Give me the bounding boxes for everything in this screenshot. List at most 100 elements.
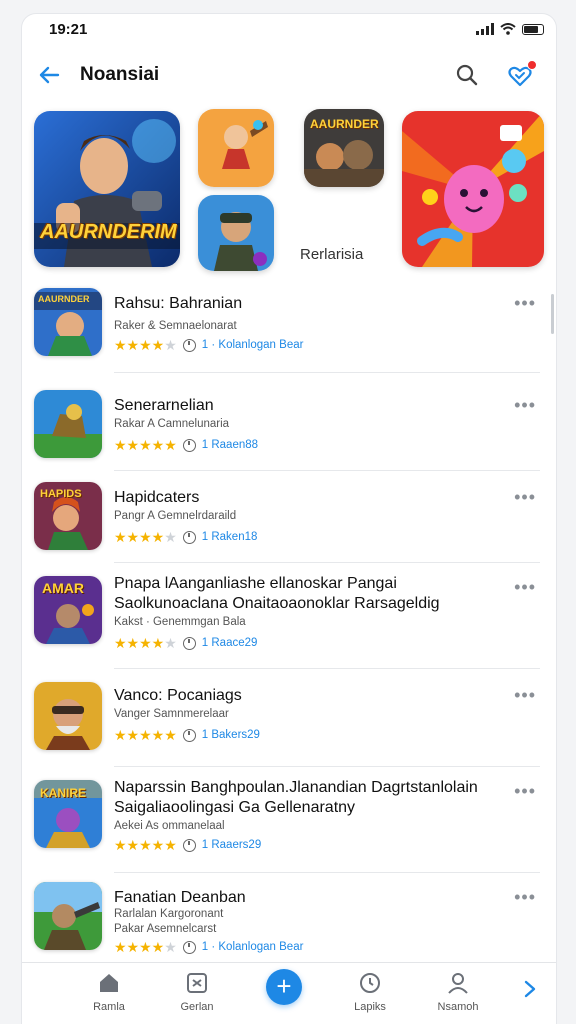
- app-thumbnail: [34, 882, 102, 950]
- tab-profile[interactable]: Nsamoh: [423, 971, 493, 1013]
- app-meta: ★★★★★ 1 Bakers29: [114, 728, 260, 742]
- app-thumbnail: AMAR: [34, 576, 102, 644]
- wishlist-button[interactable]: [506, 60, 537, 90]
- featured-art-soldier[interactable]: [198, 195, 274, 271]
- app-meta-value: 1 Bakers29: [201, 729, 260, 741]
- phone-screen: 19:21 Noansiai AAURNDERIM AAURNDER Rerla…: [22, 14, 556, 1024]
- add-button[interactable]: +: [266, 969, 302, 1005]
- signal-icon: [476, 23, 494, 35]
- battery-icon: [522, 23, 544, 35]
- rating-stars: ★★★★★: [114, 635, 177, 651]
- app-meta-value: 1 Raken18: [201, 531, 258, 543]
- home-icon: [100, 974, 118, 992]
- app-name: Pnapa lAanganliashe ellanoskar Pangai Sa…: [114, 575, 440, 612]
- rating-stars: ★★★★★: [114, 437, 177, 453]
- app-publisher: Raker & Semnaelonarat: [114, 320, 237, 332]
- more-options-icon[interactable]: •••: [514, 396, 536, 414]
- app-thumbnail: KANIRE: [34, 780, 102, 848]
- featured-art-warriors[interactable]: AAURNDER: [304, 109, 384, 187]
- app-name: Vanco: Pocaniags: [114, 687, 242, 704]
- app-meta: ★★★★★ 1 Raaers29: [114, 838, 261, 852]
- page-title: Noansiai: [80, 64, 160, 85]
- app-thumbnail: HAPIDS: [34, 482, 102, 550]
- more-options-icon[interactable]: •••: [514, 888, 536, 906]
- app-name: Naparssin Banghpoulan.Jlanandian Dagrtst…: [114, 779, 478, 816]
- top-app-bar: Noansiai: [22, 54, 556, 98]
- app-meta: ★★★★★ 1 Raace29: [114, 636, 257, 650]
- tab-label: Lapiks: [354, 1001, 386, 1013]
- tab-games[interactable]: Gerlan: [162, 971, 232, 1013]
- more-options-icon[interactable]: •••: [514, 488, 536, 506]
- app-name: Hapidcaters: [114, 489, 200, 506]
- app-publisher-secondary: Pakar Asemnelcarst: [114, 923, 217, 935]
- rating-stars: ★★★★★: [114, 727, 177, 743]
- featured-art-bubble[interactable]: [402, 111, 544, 267]
- list-item[interactable]: Senerarnelian Rakar A Camnelunaria ★★★★★…: [22, 378, 556, 471]
- app-thumbnail: AAURNDER: [34, 288, 102, 356]
- app-meta: ★★★★★ 1 Raken18: [114, 530, 257, 544]
- app-meta: ★★★★★ 1 Raaen88: [114, 438, 258, 452]
- clock-icon: [182, 338, 196, 352]
- clock-icon: [182, 940, 196, 954]
- rating-stars: ★★★★★: [114, 837, 177, 853]
- search-icon[interactable]: [454, 62, 480, 88]
- list-item[interactable]: AAURNDER Rahsu: Bahranian Raker & Semnae…: [22, 286, 556, 373]
- featured-carousel: AAURNDERIM AAURNDER Rerlarisia: [22, 109, 556, 279]
- app-name: Fanatian Deanban: [114, 889, 246, 906]
- rating-stars: ★★★★★: [114, 337, 177, 353]
- list-item[interactable]: HAPIDS Hapidcaters Pangr A Gemnelrdarail…: [22, 470, 556, 563]
- featured-art-adventurer[interactable]: [198, 109, 274, 187]
- divider: [114, 562, 540, 563]
- app-publisher: Vanger Samnmerelaar: [114, 708, 229, 720]
- app-publisher: Pangr A Gemnelrdaraild: [114, 510, 237, 522]
- hero-art-logo: AAURNDERIM: [40, 221, 177, 243]
- app-publisher: Kakst · Genemmgan Bala: [114, 616, 246, 628]
- status-time: 19:21: [49, 21, 88, 38]
- app-publisher: Rakar A Camnelunaria: [114, 418, 230, 430]
- list-item[interactable]: KANIRE Naparssin Banghpoulan.Jlanandian …: [22, 772, 556, 873]
- status-icons: [476, 23, 544, 35]
- app-name: Senerarnelian: [114, 397, 214, 414]
- tab-label: Ramla: [93, 1001, 125, 1013]
- thumbnail-logo: AMAR: [42, 580, 84, 596]
- tab-label: Gerlan: [180, 1001, 214, 1013]
- more-options-icon[interactable]: •••: [514, 686, 536, 704]
- app-meta-value: 1 · Kolanlogan Bear: [201, 339, 304, 351]
- wifi-icon: [500, 23, 516, 35]
- tab-label: Nsamoh: [437, 1001, 479, 1013]
- app-meta-value: 1 Raaers29: [201, 839, 262, 851]
- app-meta: ★★★★★ 1 · Kolanlogan Bear: [114, 338, 303, 352]
- app-thumbnail: [34, 682, 102, 750]
- divider: [114, 668, 540, 669]
- list-item[interactable]: Vanco: Pocaniags Vanger Samnmerelaar ★★★…: [22, 674, 556, 767]
- more-options-icon[interactable]: •••: [514, 294, 536, 312]
- status-bar: 19:21: [22, 14, 556, 44]
- rating-stars: ★★★★★: [114, 529, 177, 545]
- notification-badge: [527, 60, 537, 70]
- clock-icon: [182, 438, 196, 452]
- back-arrow-icon[interactable]: [36, 62, 62, 88]
- app-meta-value: 1 · Kolanlogan Bear: [201, 941, 304, 953]
- app-meta-value: 1 Raace29: [201, 637, 258, 649]
- list-item[interactable]: AMAR Pnapa lAanganliashe ellanoskar Pang…: [22, 568, 556, 669]
- clock-icon: [182, 530, 196, 544]
- featured-art-hero[interactable]: AAURNDERIM: [34, 111, 180, 267]
- profile-icon: [448, 973, 468, 994]
- thumbnail-logo: HAPIDS: [40, 488, 82, 500]
- clock-icon: [182, 636, 196, 650]
- more-options-icon[interactable]: •••: [514, 782, 536, 800]
- games-icon: [187, 973, 207, 993]
- more-options-icon[interactable]: •••: [514, 578, 536, 596]
- app-publisher: Aekei As ommanelaal: [114, 820, 225, 832]
- featured-caption: Rerlarisia: [300, 246, 364, 263]
- clock-icon: [360, 973, 380, 993]
- list-item[interactable]: Fanatian Deanban Rarlalan Kargoronant Pa…: [22, 878, 556, 964]
- scrollbar[interactable]: [551, 294, 554, 334]
- tab-updates[interactable]: Lapiks: [335, 971, 405, 1013]
- thumbnail-logo: KANIRE: [40, 786, 87, 800]
- tab-home[interactable]: Ramla: [74, 971, 144, 1013]
- chevron-right-icon[interactable]: [522, 979, 538, 999]
- clock-icon: [182, 728, 196, 742]
- rating-stars: ★★★★★: [114, 939, 177, 955]
- app-name: Rahsu: Bahranian: [114, 295, 243, 312]
